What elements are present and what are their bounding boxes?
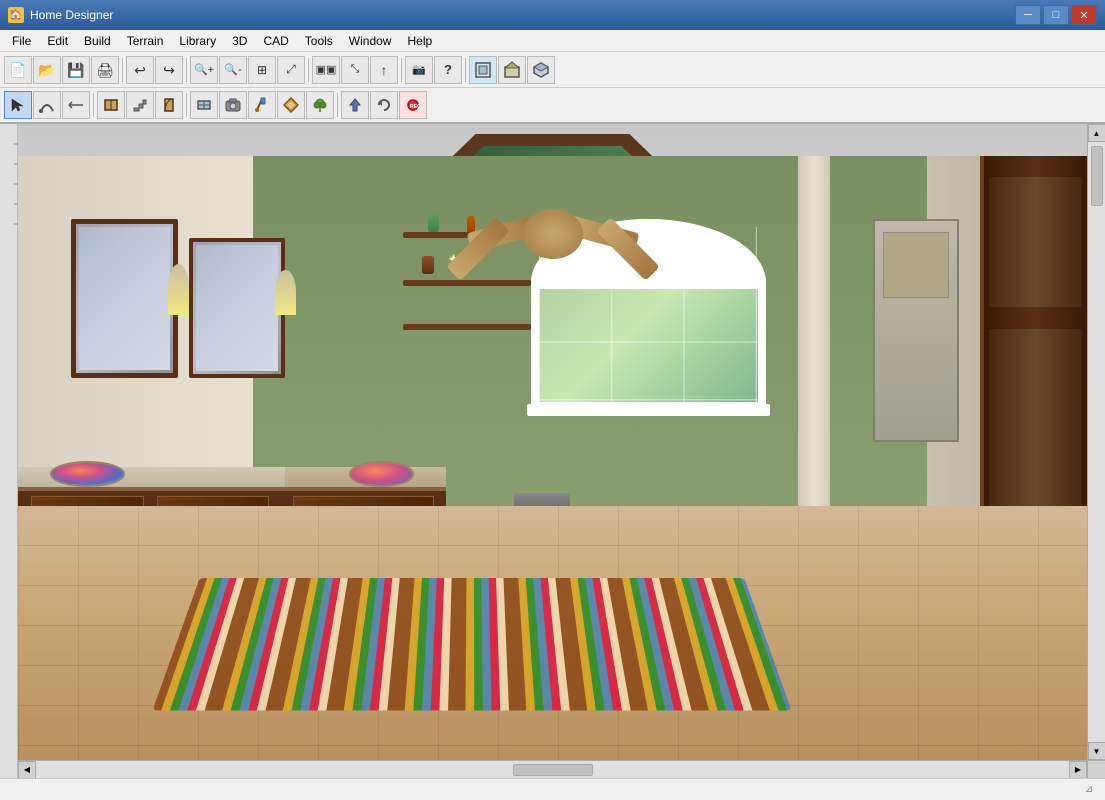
toolbar-1: 📄 📂 💾 🖨 ↩ ↪ 🔍+ 🔍- ⊞ ⤢ ▣▣ ⤡ ↑ 📷 ? <box>0 52 1105 88</box>
scroll-thumb-vertical[interactable] <box>1091 146 1103 206</box>
scroll-up-button[interactable]: ▲ <box>1088 124 1105 142</box>
menu-tools[interactable]: Tools <box>297 32 341 50</box>
window-sill <box>527 404 770 416</box>
save-button[interactable]: 💾 <box>62 56 90 84</box>
camera-3d-button[interactable]: 📷 <box>405 56 433 84</box>
sconce-right <box>275 270 296 315</box>
fill-window-button[interactable]: ⤢ <box>277 56 305 84</box>
scroll-track-horizontal[interactable] <box>36 761 1069 778</box>
3d-scene: ✦ <box>18 124 1087 760</box>
menu-help[interactable]: Help <box>399 32 440 50</box>
zoom-fit-button[interactable]: ⊞ <box>248 56 276 84</box>
sink-bowl-right <box>351 463 411 484</box>
open-button[interactable]: 📂 <box>33 56 61 84</box>
app-icon: 🏠 <box>8 7 24 23</box>
paint-brush-button[interactable] <box>248 91 276 119</box>
3d-view-button[interactable] <box>527 56 555 84</box>
floor-plan-button[interactable] <box>469 56 497 84</box>
window-tool-button[interactable] <box>190 91 218 119</box>
record-button[interactable]: REC <box>399 91 427 119</box>
menu-bar: File Edit Build Terrain Library 3D CAD T… <box>0 30 1105 52</box>
minimize-button[interactable]: ─ <box>1015 5 1041 25</box>
mirror-left-surface <box>79 227 170 370</box>
scroll-right-button[interactable]: ▶ <box>1069 761 1087 779</box>
shelf-3 <box>403 324 531 330</box>
scroll-left-button[interactable]: ◀ <box>18 761 36 779</box>
close-button[interactable]: ✕ <box>1071 5 1097 25</box>
material-button[interactable] <box>277 91 305 119</box>
shelf-item-clock <box>422 256 434 274</box>
scrollbar-corner <box>1087 760 1105 778</box>
status-bar: ⊿ <box>0 778 1105 800</box>
svg-text:REC: REC <box>410 104 421 110</box>
sink-basin-right <box>349 461 413 486</box>
mirror-right <box>189 238 285 378</box>
main-area: ✦ <box>0 124 1105 778</box>
select-arrow-button[interactable] <box>4 91 32 119</box>
door-panel-top <box>989 177 1082 307</box>
resize-grip[interactable]: ⊿ <box>1081 782 1097 798</box>
title-bar: 🏠 Home Designer ─ □ ✕ <box>0 0 1105 30</box>
menu-edit[interactable]: Edit <box>39 32 76 50</box>
viewport[interactable]: ✦ <box>18 124 1087 760</box>
rotate-button[interactable] <box>370 91 398 119</box>
move-tool-button[interactable] <box>62 91 90 119</box>
canvas-area[interactable]: ✦ <box>18 124 1105 778</box>
sink-bowl-left <box>52 463 123 484</box>
menu-3d[interactable]: 3D <box>224 32 255 50</box>
shelf-item-vase-1 <box>428 213 438 232</box>
window-controls: ─ □ ✕ <box>1015 5 1097 25</box>
maximize-button[interactable]: □ <box>1043 5 1069 25</box>
move-button[interactable]: ⤡ <box>341 56 369 84</box>
zoom-out-button[interactable]: 🔍- <box>219 56 247 84</box>
mirror-right-surface <box>196 245 278 371</box>
sconce-left <box>168 264 189 315</box>
shower-head <box>883 232 948 298</box>
help-button[interactable]: ? <box>434 56 462 84</box>
undo-button[interactable]: ↩ <box>126 56 154 84</box>
plant-tool-button[interactable] <box>306 91 334 119</box>
scroll-thumb-horizontal[interactable] <box>513 764 593 776</box>
new-button[interactable]: 📄 <box>4 56 32 84</box>
cabinet-tool-button[interactable] <box>97 91 125 119</box>
door-tool-button[interactable] <box>155 91 183 119</box>
arc-button[interactable] <box>33 91 61 119</box>
scroll-down-button[interactable]: ▼ <box>1088 742 1105 760</box>
stairs-tool-button[interactable] <box>126 91 154 119</box>
elevation-button[interactable] <box>498 56 526 84</box>
toolbar-2: REC <box>0 88 1105 124</box>
horizontal-scrollbar[interactable]: ◀ ▶ <box>18 760 1087 778</box>
scroll-track-vertical[interactable] <box>1088 142 1105 742</box>
sink-basin-left <box>50 461 125 486</box>
area-rug <box>153 578 792 710</box>
menu-cad[interactable]: CAD <box>255 32 296 50</box>
menu-build[interactable]: Build <box>76 32 119 50</box>
scene-camera-button[interactable] <box>219 91 247 119</box>
menu-window[interactable]: Window <box>341 32 400 50</box>
arrow-tool-button[interactable]: ↑ <box>370 56 398 84</box>
menu-library[interactable]: Library <box>171 32 224 50</box>
zoom-in-button[interactable]: 🔍+ <box>190 56 218 84</box>
vertical-scrollbar[interactable]: ▲ ▼ <box>1087 124 1105 760</box>
redo-button[interactable]: ↪ <box>155 56 183 84</box>
left-ruler <box>0 124 18 778</box>
print-button[interactable]: 🖨 <box>91 56 119 84</box>
arrow-up-button[interactable] <box>341 91 369 119</box>
select-all-button[interactable]: ▣▣ <box>312 56 340 84</box>
menu-file[interactable]: File <box>4 32 39 50</box>
shower-fixture <box>873 219 959 442</box>
fan-base <box>523 209 583 259</box>
mirror-left <box>71 219 178 378</box>
ceiling-fan <box>463 209 643 289</box>
window-title: Home Designer <box>30 8 1015 22</box>
menu-terrain[interactable]: Terrain <box>119 32 172 50</box>
